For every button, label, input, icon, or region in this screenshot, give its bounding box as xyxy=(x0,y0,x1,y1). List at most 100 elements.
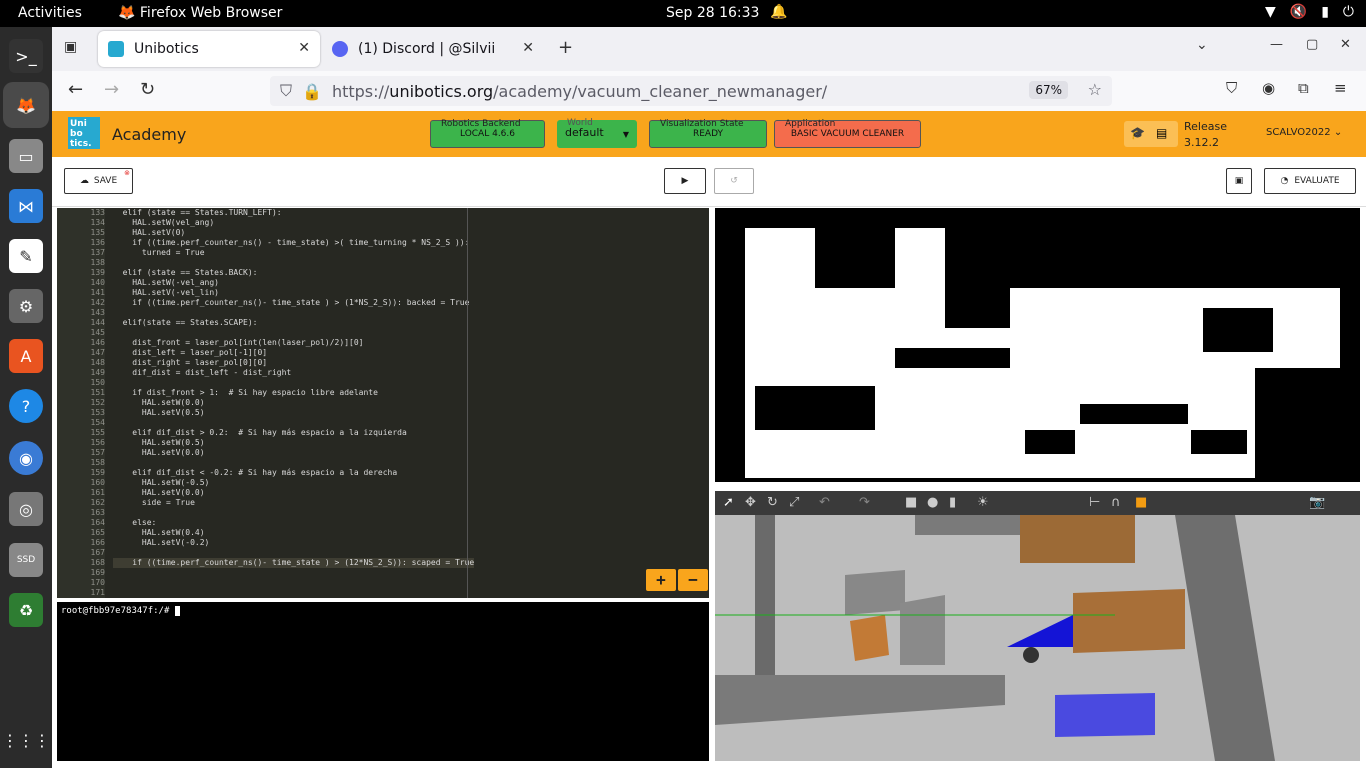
minimize-icon[interactable]: — xyxy=(1270,37,1283,52)
app-grid-icon[interactable]: ⋮⋮⋮ xyxy=(2,723,50,757)
system-tray[interactable]: ▼ 🔇 ▮ ⏻ xyxy=(1265,4,1354,20)
disk-icon[interactable]: ◎ xyxy=(9,492,43,526)
code-line[interactable]: HAL.setW(-vel_ang) xyxy=(113,278,474,288)
user-menu[interactable]: SCALVO2022 ⌄ xyxy=(1266,127,1342,138)
code-line[interactable]: HAL.setW(0.4) xyxy=(113,528,474,538)
code-line[interactable] xyxy=(113,258,474,268)
code-line[interactable]: elif (state == States.BACK): xyxy=(113,268,474,278)
zoom-out-button[interactable]: − xyxy=(678,569,708,591)
chat-icon[interactable]: ▤ xyxy=(1156,126,1167,140)
vscode-icon[interactable]: ⋈ xyxy=(9,189,43,223)
tab-overview-icon[interactable]: ▣ xyxy=(64,39,77,55)
pocket-icon[interactable]: ⛉ xyxy=(1226,79,1237,97)
robotics-backend-button[interactable]: Robotics Backend LOCAL 4.6.6 xyxy=(430,119,545,148)
bell-icon[interactable]: 🔔 xyxy=(770,4,787,20)
app-icon[interactable]: ◉ xyxy=(9,441,43,475)
redo-icon[interactable]: ↷ xyxy=(859,495,870,510)
visualization-state-button[interactable]: Visualization State READY xyxy=(649,119,767,148)
code-line[interactable]: dif_dist = dist_left - dist_right xyxy=(113,368,474,378)
code-line[interactable]: if ((time.perf_counter_ns() - time_state… xyxy=(113,238,474,248)
code-line[interactable]: HAL.setV(0.0) xyxy=(113,448,474,458)
screenshot-icon[interactable]: 📷 xyxy=(1309,495,1325,510)
unibotics-logo[interactable]: Uni bo tics. xyxy=(68,117,100,149)
code-line[interactable] xyxy=(113,378,474,388)
tab-unibotics[interactable]: Unibotics ✕ xyxy=(98,31,320,67)
menu-icon[interactable]: ≡ xyxy=(1334,79,1347,97)
text-editor-icon[interactable]: ✎ xyxy=(9,239,43,273)
code-line[interactable] xyxy=(113,588,474,598)
cylinder-shape-icon[interactable]: ▮ xyxy=(949,495,956,510)
code-line[interactable] xyxy=(113,328,474,338)
gazebo-simulation[interactable]: ➚ ✥ ↻ ⤢ ↶ ↷ ■ ● ▮ ☀ ⊢ ∩ ■ 📷 xyxy=(715,491,1360,761)
code-line[interactable] xyxy=(113,308,474,318)
code-line[interactable]: else: xyxy=(113,518,474,528)
reset-button[interactable]: ↺ xyxy=(714,168,754,194)
play-button[interactable]: ▶ xyxy=(664,168,706,194)
code-line[interactable]: HAL.setW(vel_ang) xyxy=(113,218,474,228)
code-line[interactable]: HAL.setW(0.0) xyxy=(113,398,474,408)
select-tool-icon[interactable]: ➚ xyxy=(723,495,734,510)
extensions-icon[interactable]: ⧉ xyxy=(1298,79,1309,97)
terminal[interactable]: root@fbb97e78347f:/# xyxy=(57,602,709,761)
sphere-shape-icon[interactable]: ● xyxy=(927,495,938,510)
code-line[interactable] xyxy=(113,578,474,588)
close-tab-icon[interactable]: ✕ xyxy=(298,40,310,56)
change-view-icon[interactable]: ■ xyxy=(1135,495,1147,510)
code-line[interactable]: HAL.setV(0.5) xyxy=(113,408,474,418)
code-editor[interactable]: 133 134 135 136 137 138 139 140 141 142 143 144 145 1… xyxy=(57,208,709,598)
code-line[interactable]: if dist_front > 1: # Si hay espacio libr… xyxy=(113,388,474,398)
code-line[interactable]: dist_right = laser_pol[0][0] xyxy=(113,358,474,368)
graduation-cap-icon[interactable]: 🎓 xyxy=(1130,126,1145,140)
account-icon[interactable]: ◉ xyxy=(1262,79,1275,97)
shield-icon[interactable]: ⛉ xyxy=(280,81,292,101)
code-line[interactable] xyxy=(113,418,474,428)
snap-icon[interactable]: ∩ xyxy=(1111,495,1121,510)
code-line[interactable]: turned = True xyxy=(113,248,474,258)
translate-tool-icon[interactable]: ✥ xyxy=(745,495,756,510)
code-line[interactable] xyxy=(113,458,474,468)
code-line[interactable]: if ((time.perf_counter_ns()- time_state … xyxy=(113,558,475,568)
code-line[interactable]: HAL.setV(-0.2) xyxy=(113,538,474,548)
code-line[interactable] xyxy=(113,568,474,578)
align-icon[interactable]: ⊢ xyxy=(1089,495,1100,510)
url-bar[interactable]: ⛉ 🔒 https://unibotics.org/academy/vacuum… xyxy=(270,76,1112,106)
files-icon[interactable]: ▭ xyxy=(9,139,43,173)
software-icon[interactable]: A xyxy=(9,339,43,373)
code-line[interactable]: HAL.setV(-vel_lin) xyxy=(113,288,474,298)
tab-list-icon[interactable]: ⌄ xyxy=(1196,37,1208,53)
ssd-icon[interactable]: SSD xyxy=(9,543,43,577)
activities-button[interactable]: Activities xyxy=(18,5,82,21)
help-icon[interactable]: ? xyxy=(9,389,43,423)
code-line[interactable]: elif dif_dist > 0.2: # Si hay más espaci… xyxy=(113,428,474,438)
close-tab-icon[interactable]: ✕ xyxy=(522,40,534,56)
application-button[interactable]: Application BASIC VACUUM CLEANER xyxy=(774,119,921,148)
new-tab-icon[interactable]: + xyxy=(558,37,573,58)
scale-tool-icon[interactable]: ⤢ xyxy=(789,495,799,510)
maximize-icon[interactable]: ▢ xyxy=(1306,37,1318,52)
save-button[interactable]: ☁ SAVE ⊗ xyxy=(64,168,133,194)
reload-icon[interactable]: ↻ xyxy=(140,79,155,100)
undo-icon[interactable]: ↶ xyxy=(819,495,830,510)
rotate-tool-icon[interactable]: ↻ xyxy=(767,495,778,510)
terminal-icon[interactable]: >_ xyxy=(9,39,43,73)
bookmark-star-icon[interactable]: ☆ xyxy=(1088,80,1102,99)
forward-icon[interactable]: → xyxy=(104,79,119,100)
code-line[interactable] xyxy=(113,548,474,558)
zoom-in-button[interactable]: + xyxy=(646,569,676,591)
code-line[interactable] xyxy=(113,508,474,518)
code-line[interactable]: elif dif_dist < -0.2: # Si hay más espac… xyxy=(113,468,474,478)
code-line[interactable]: HAL.setV(0.0) xyxy=(113,488,474,498)
code-line[interactable]: HAL.setW(-0.5) xyxy=(113,478,474,488)
monitor-icon[interactable]: ▣ xyxy=(1226,168,1252,194)
brand-title[interactable]: Academy xyxy=(112,125,186,144)
code-line[interactable]: dist_left = laser_pol[-1][0] xyxy=(113,348,474,358)
box-shape-icon[interactable]: ■ xyxy=(905,495,917,510)
code-line[interactable]: HAL.setV(0) xyxy=(113,228,474,238)
code-line[interactable]: HAL.setW(0.5) xyxy=(113,438,474,448)
settings-icon[interactable]: ⚙ xyxy=(9,289,43,323)
evaluate-button[interactable]: ◔ EVALUATE xyxy=(1264,168,1356,194)
point-light-icon[interactable]: ☀ xyxy=(977,495,989,510)
code-line[interactable]: elif(state == States.SCAPE): xyxy=(113,318,474,328)
code-content[interactable]: elif (state == States.TURN_LEFT): HAL.se… xyxy=(113,208,475,598)
code-line[interactable]: dist_front = laser_pol[int(len(laser_pol… xyxy=(113,338,474,348)
